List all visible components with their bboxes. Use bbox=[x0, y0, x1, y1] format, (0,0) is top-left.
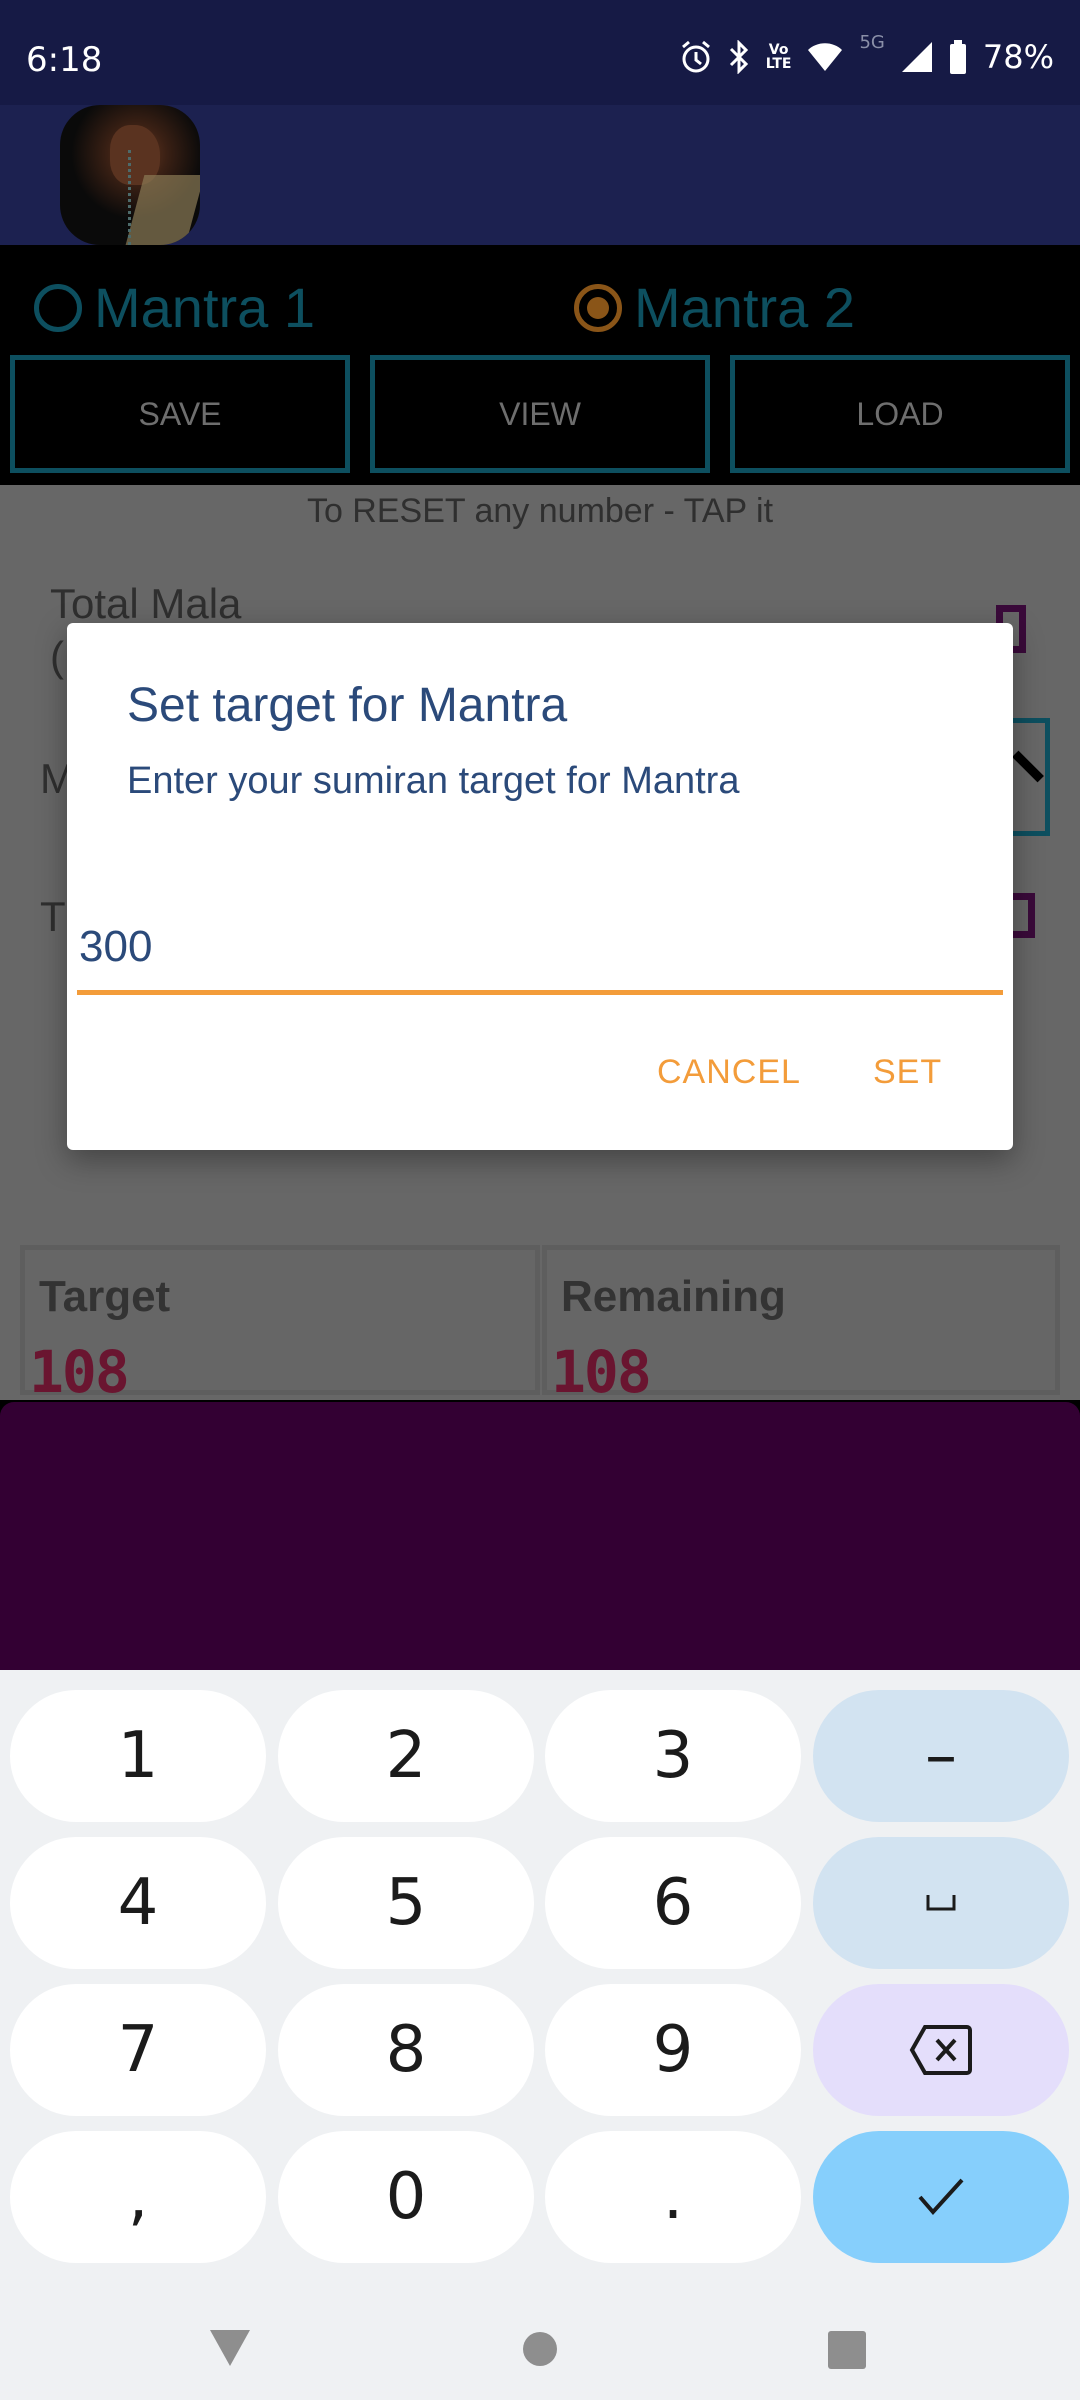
key-period[interactable]: . bbox=[545, 2131, 801, 2263]
status-time: 6:18 bbox=[26, 40, 103, 80]
alarm-icon bbox=[680, 40, 712, 74]
key-4[interactable]: 4 bbox=[10, 1837, 266, 1969]
radio-mantra-2-label: Mantra 2 bbox=[634, 276, 855, 339]
cancel-button[interactable]: CANCEL bbox=[657, 1053, 801, 1092]
remaining-label: Remaining bbox=[561, 1272, 786, 1321]
controls-area: Mantra 1 Mantra 2 SAVE VIEW LOAD bbox=[0, 245, 1080, 485]
system-nav-bar bbox=[0, 2270, 1080, 2400]
radio-mantra-1[interactable]: Mantra 1 bbox=[34, 275, 315, 340]
remaining-panel[interactable]: Remaining 108 bbox=[542, 1245, 1060, 1406]
target-panel[interactable]: Target 108 bbox=[20, 1245, 540, 1406]
space-icon bbox=[926, 1895, 956, 1911]
save-button[interactable]: SAVE bbox=[10, 355, 350, 473]
checkmark-icon bbox=[918, 2178, 964, 2216]
key-6[interactable]: 6 bbox=[545, 1837, 801, 1969]
volte-label-top: Vo bbox=[768, 42, 789, 58]
radio-unchecked-icon bbox=[34, 283, 82, 332]
load-button[interactable]: LOAD bbox=[730, 355, 1070, 473]
back-icon[interactable] bbox=[210, 2330, 250, 2366]
radio-mantra-2[interactable]: Mantra 2 bbox=[574, 275, 855, 340]
key-space[interactable] bbox=[813, 1837, 1069, 1969]
volte-label-bottom: LTE bbox=[765, 56, 792, 72]
set-target-dialog: Set target for Mantra Enter your sumiran… bbox=[67, 623, 1013, 1150]
battery-percent: 78% bbox=[982, 38, 1054, 76]
wifi-icon bbox=[807, 42, 843, 72]
key-3[interactable]: 3 bbox=[545, 1690, 801, 1822]
key-1[interactable]: 1 bbox=[10, 1690, 266, 1822]
target-input[interactable] bbox=[77, 903, 1003, 995]
row3-label[interactable]: T bbox=[40, 893, 66, 941]
status-icons: Vo LTE 5G 78% bbox=[680, 32, 1054, 76]
5g-icon: 5G bbox=[859, 32, 885, 53]
key-8[interactable]: 8 bbox=[278, 1984, 534, 2116]
target-label: Target bbox=[39, 1272, 171, 1321]
key-7[interactable]: 7 bbox=[10, 1984, 266, 2116]
signal-icon bbox=[901, 41, 933, 73]
status-bar: 6:18 Vo LTE 5G 78% bbox=[0, 0, 1080, 105]
radio-mantra-1-label: Mantra 1 bbox=[94, 276, 315, 339]
backspace-icon bbox=[909, 2025, 972, 2075]
key-comma[interactable]: , bbox=[10, 2131, 266, 2263]
total-mala-paren: ( bbox=[50, 633, 64, 680]
bluetooth-icon bbox=[728, 40, 750, 74]
key-2[interactable]: 2 bbox=[278, 1690, 534, 1822]
reset-hint: To RESET any number - TAP it bbox=[306, 492, 774, 530]
paper-shape bbox=[125, 175, 200, 245]
app-logo-image bbox=[60, 105, 200, 245]
set-button[interactable]: SET bbox=[873, 1053, 942, 1092]
dialog-message: Enter your sumiran target for Mantra bbox=[127, 760, 740, 802]
volte-icon: Vo LTE bbox=[766, 43, 792, 71]
key-enter[interactable] bbox=[813, 2131, 1069, 2263]
dialog-title: Set target for Mantra bbox=[127, 679, 568, 732]
key-0[interactable]: 0 bbox=[278, 2131, 534, 2263]
view-button[interactable]: VIEW bbox=[370, 355, 710, 473]
total-mala-label: Total Mala bbox=[50, 580, 242, 627]
home-icon[interactable] bbox=[523, 2332, 557, 2366]
radio-checked-icon bbox=[574, 283, 622, 332]
app-header bbox=[0, 105, 1080, 245]
key-dash[interactable]: – bbox=[813, 1690, 1069, 1822]
screen: 6:18 Vo LTE 5G 78% Mantra 1 Mantra 2 SAV… bbox=[0, 0, 1080, 2400]
key-backspace[interactable] bbox=[813, 1984, 1069, 2116]
counter-tap-area[interactable] bbox=[0, 1402, 1080, 1670]
recents-icon[interactable] bbox=[828, 2331, 866, 2369]
battery-icon bbox=[949, 40, 967, 74]
remaining-value[interactable]: 108 bbox=[551, 1338, 652, 1406]
beads-shape bbox=[128, 150, 134, 245]
key-9[interactable]: 9 bbox=[545, 1984, 801, 2116]
key-5[interactable]: 5 bbox=[278, 1837, 534, 1969]
target-value[interactable]: 108 bbox=[29, 1338, 130, 1406]
